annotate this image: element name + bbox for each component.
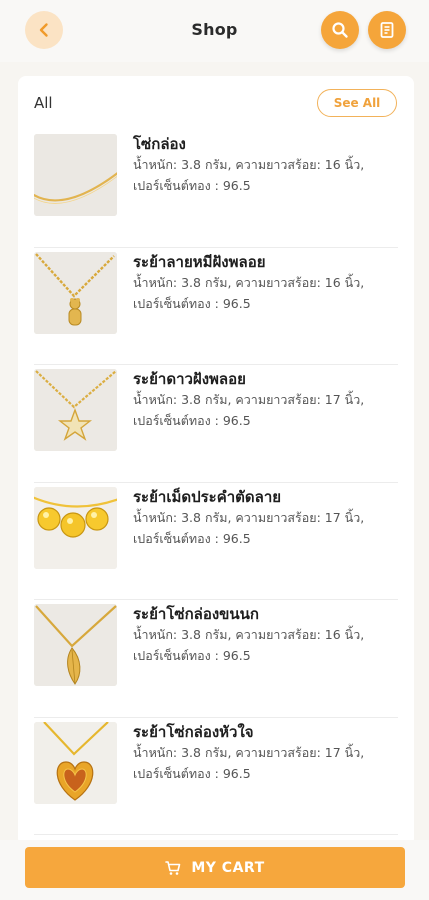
app-header: Shop [0, 0, 429, 62]
product-name: โซ่กล่อง [133, 135, 186, 153]
product-image-star-pendant-necklace [34, 369, 117, 451]
product-spec: น้ำหนัก: 3.8 กรัม, ความยาวสร้อย: 17 นิ้ว… [133, 744, 365, 760]
bottom-bar: MY CART [0, 840, 429, 900]
search-button[interactable] [321, 11, 359, 49]
cart-icon [165, 860, 181, 876]
list-header: All See All [18, 76, 414, 130]
search-icon [332, 22, 348, 38]
product-gold-percent: เปอร์เซ็นต์ทอง : 96.5 [133, 648, 251, 663]
product-spec: น้ำหนัก: 3.8 กรัม, ความยาวสร้อย: 17 นิ้ว… [133, 392, 365, 407]
product-list: โซ่กล่อง น้ำหนัก: 3.8 กรัม, ความยาวสร้อย… [18, 130, 414, 835]
receipt-button[interactable] [368, 11, 406, 49]
product-name: ระย้าโซ่กล่องหัวใจ [133, 722, 254, 741]
product-gold-percent: เปอร์เซ็นต์ทอง : 96.5 [133, 413, 251, 428]
page-title: Shop [191, 20, 238, 39]
product-spec: น้ำหนัก: 3.8 กรัม, ความยาวสร้อย: 16 นิ้ว… [133, 157, 365, 172]
product-item[interactable]: ระย้าเม็ดประคำตัดลาย น้ำหนัก: 3.8 กรัม, … [34, 483, 398, 600]
product-name: ระย้าลายหมีฝังพลอย [133, 252, 266, 271]
product-list-card: All See All โซ่กล่อง น้ำหนัก: 3.8 กรัม, … [18, 76, 414, 846]
product-gold-percent: เปอร์เซ็นต์ทอง : 96.5 [133, 530, 251, 546]
product-item[interactable]: ระย้าโซ่กล่องขนนก น้ำหนัก: 3.8 กรัม, ควา… [34, 600, 398, 718]
product-name: ระย้าโซ่กล่องขนนก [133, 605, 260, 623]
product-image-feather-pendant-necklace [34, 604, 117, 686]
product-item[interactable]: ระย้าลายหมีฝังพลอย น้ำหนัก: 3.8 กรัม, คว… [34, 248, 398, 365]
product-image-bead-necklace [34, 486, 117, 569]
product-item[interactable]: ระย้าดาวฝังพลอย น้ำหนัก: 3.8 กรัม, ความย… [34, 365, 398, 483]
product-spec: น้ำหนัก: 3.8 กรัม, ความยาวสร้อย: 16 นิ้ว… [133, 627, 365, 642]
my-cart-button[interactable]: MY CART [25, 847, 405, 888]
product-gold-percent: เปอร์เซ็นต์ทอง : 96.5 [133, 295, 251, 311]
product-gold-percent: เปอร์เซ็นต์ทอง : 96.5 [133, 765, 251, 781]
product-spec: น้ำหนัก: 3.8 กรัม, ความยาวสร้อย: 17 นิ้ว… [133, 509, 365, 525]
product-item[interactable]: โซ่กล่อง น้ำหนัก: 3.8 กรัม, ความยาวสร้อย… [34, 130, 398, 248]
receipt-icon [380, 22, 394, 38]
product-gold-percent: เปอร์เซ็นต์ทอง : 96.5 [133, 178, 251, 193]
list-heading: All [34, 94, 53, 112]
my-cart-label: MY CART [191, 859, 265, 876]
product-image-bear-pendant-necklace [34, 251, 117, 334]
product-name: ระย้าเม็ดประคำตัดลาย [133, 487, 282, 506]
see-all-button[interactable]: See All [317, 89, 397, 117]
product-name: ระย้าดาวฝังพลอย [133, 370, 246, 388]
product-image-heart-pendant-necklace [34, 721, 117, 804]
product-image-chain-necklace [34, 134, 117, 216]
product-item[interactable]: ระย้าโซ่กล่องหัวใจ น้ำหนัก: 3.8 กรัม, คว… [34, 718, 398, 835]
product-spec: น้ำหนัก: 3.8 กรัม, ความยาวสร้อย: 16 นิ้ว… [133, 274, 365, 290]
